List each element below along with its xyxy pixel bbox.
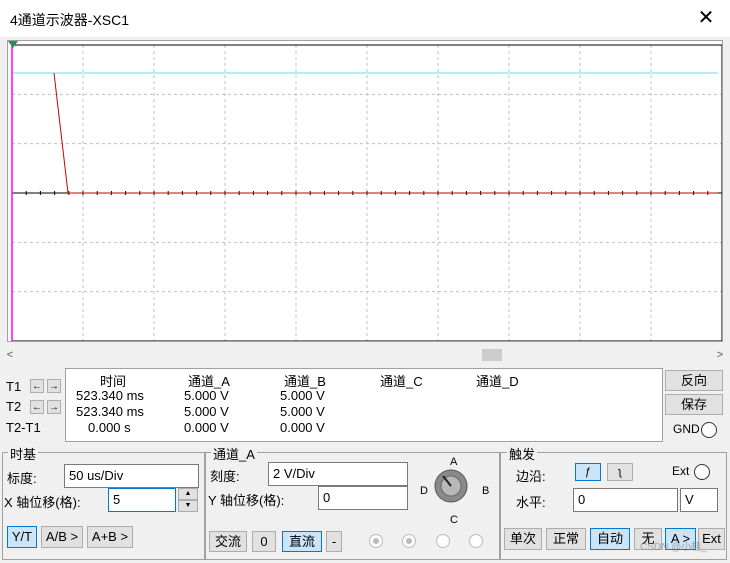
falling-edge-icon[interactable]: ʅ (607, 463, 633, 481)
channel-c-radio[interactable] (436, 534, 450, 548)
gnd-terminal[interactable] (701, 422, 717, 438)
x-offset-label: X 轴位移(格): (4, 495, 81, 510)
measurement-table: 时间 通道_A 通道_B 通道_C 通道_D 523.340 ms 5.000 … (65, 368, 663, 442)
timebase-title: 时基 (8, 444, 39, 463)
col-header-channel-c: 通道_C (380, 374, 423, 389)
timebase-scale-label: 标度: (7, 471, 37, 486)
t1-left-arrow-icon[interactable]: ← (30, 379, 44, 393)
t2-channel-a: 5.000 V (184, 404, 229, 419)
t1-channel-b: 5.000 V (280, 388, 325, 403)
y-offset-label: Y 轴位移(格): (208, 493, 285, 508)
minus-button[interactable]: - (326, 531, 342, 552)
t1-right-arrow-icon[interactable]: → (47, 379, 61, 393)
normal-trigger-button[interactable]: 正常 (546, 528, 586, 550)
channel-title: 通道_A (211, 444, 257, 463)
x-offset-field[interactable]: 5 (108, 488, 176, 512)
knob-label-b: B (482, 485, 490, 497)
rising-edge-icon[interactable]: ƒ (575, 463, 601, 481)
title-bar: 4通道示波器-XSC1 ✕ (0, 0, 730, 37)
trigger-title: 触发 (507, 444, 538, 463)
auto-trigger-button[interactable]: 自动 (590, 528, 630, 550)
channel-scale-label: 刻度: (210, 469, 240, 484)
horizontal-scrollbar[interactable]: < > (0, 346, 730, 364)
x-offset-up-icon[interactable]: ▲ (178, 488, 198, 500)
t2-t1-time: 0.000 s (88, 420, 131, 435)
channel-b-trace (53, 72, 718, 194)
waveform-display (8, 41, 722, 341)
t2-t1-channel-b: 0.000 V (280, 420, 325, 435)
channel-d-radio[interactable] (469, 534, 483, 548)
dc-coupling-button[interactable]: 直流 (282, 531, 322, 552)
watermark: CSDN @小桂_ (640, 542, 707, 553)
scroll-left-icon[interactable]: < (2, 346, 18, 364)
x-offset-down-icon[interactable]: ▼ (178, 500, 198, 512)
col-header-channel-d: 通道_D (476, 374, 519, 389)
channel-a-radio[interactable] (369, 534, 383, 548)
close-icon[interactable]: ✕ (694, 6, 718, 30)
trigger-level-unit[interactable]: V (680, 488, 718, 512)
window-title: 4通道示波器-XSC1 (10, 12, 130, 28)
edge-label: 边沿: (516, 469, 546, 484)
yt-mode-button[interactable]: Y/T (7, 526, 37, 548)
t1-channel-a: 5.000 V (184, 388, 229, 403)
t2-left-arrow-icon[interactable]: ← (30, 400, 44, 414)
a-plus-b-mode-button[interactable]: A+B > (87, 526, 133, 548)
y-offset-field[interactable]: 0 (318, 486, 408, 510)
scroll-thumb[interactable] (482, 349, 502, 361)
trigger-level-field[interactable]: 0 (573, 488, 678, 512)
timebase-scale-field[interactable]: 50 us/Div (64, 464, 199, 488)
single-trigger-button[interactable]: 单次 (504, 528, 542, 550)
channel-selector-knob-icon[interactable] (433, 468, 469, 504)
knob-label-c: C (450, 514, 458, 526)
level-label: 水平: (516, 495, 546, 510)
ac-coupling-button[interactable]: 交流 (209, 531, 247, 552)
t2-t1-channel-a: 0.000 V (184, 420, 229, 435)
channel-b-radio[interactable] (402, 534, 416, 548)
oscilloscope-screen[interactable] (7, 40, 723, 342)
gnd-label: GND (673, 422, 700, 436)
reverse-button[interactable]: 反向 (665, 370, 723, 391)
save-button[interactable]: 保存 (665, 394, 723, 415)
t1-label: T1 (6, 379, 22, 394)
scroll-right-icon[interactable]: > (712, 346, 728, 364)
knob-label-a: A (450, 456, 458, 468)
t2-label: T2 (6, 399, 22, 414)
t2-right-arrow-icon[interactable]: → (47, 400, 61, 414)
ab-mode-button[interactable]: A/B > (41, 526, 83, 548)
zero-coupling-button[interactable]: 0 (252, 531, 276, 552)
knob-label-d: D (420, 485, 428, 497)
ext-label: Ext (672, 464, 690, 478)
channel-scale-field[interactable]: 2 V/Div (268, 462, 408, 486)
t1-time: 523.340 ms (76, 388, 144, 403)
t2-channel-b: 5.000 V (280, 404, 325, 419)
t2-time: 523.340 ms (76, 404, 144, 419)
ext-trigger-terminal[interactable] (694, 464, 710, 480)
t2-t1-label: T2-T1 (6, 420, 41, 435)
